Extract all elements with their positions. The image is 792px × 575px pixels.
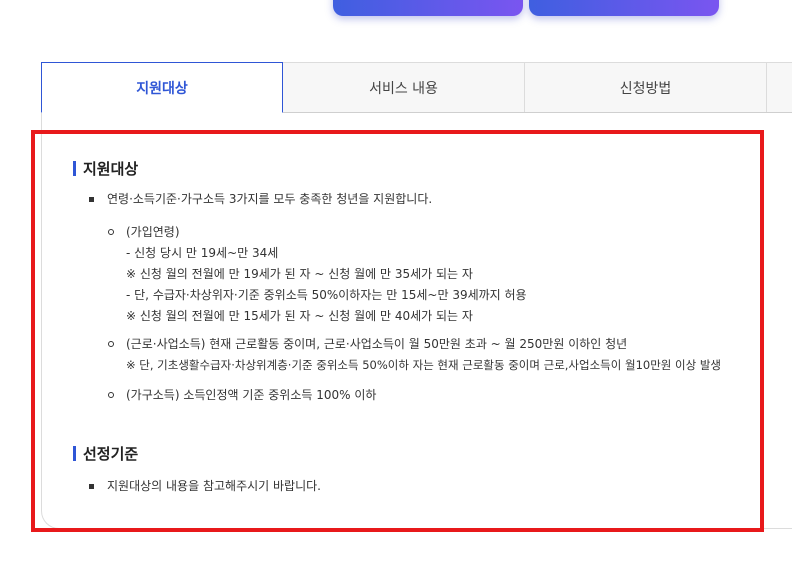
section-title-text: 선정기준 xyxy=(83,445,139,463)
main-bullet-text: 연령·소득기준·가구소득 3가지를 모두 충족한 청년을 지원합니다. xyxy=(107,192,433,206)
age-heading: (가입연령) xyxy=(126,225,180,239)
section-title-selection: 선정기준 xyxy=(73,443,138,464)
age-line-4: ※ 신청 월의 전월에 만 15세가 된 자 ~ 신청 월에 만 40세가 되는… xyxy=(126,309,473,323)
title-bar-marker xyxy=(73,446,76,461)
circle-bullet xyxy=(108,229,114,235)
tab-support-target[interactable]: 지원대상 xyxy=(41,62,283,113)
section-title-support-target: 지원대상 xyxy=(73,158,138,179)
circle-bullet xyxy=(108,341,114,347)
income-heading: (근로·사업소득) 현재 근로활동 중이며, 근로·사업소득이 월 50만원 초… xyxy=(126,337,628,351)
age-line-2: ※ 신청 월의 전월에 만 19세가 된 자 ~ 신청 월에 만 35세가 되는… xyxy=(126,267,473,281)
square-bullet xyxy=(89,484,94,489)
age-line-3: - 단, 수급자·차상위자·기준 중위소득 50%이하자는 만 15세~만 39… xyxy=(126,288,527,302)
age-line-1: - 신청 당시 만 19세~만 34세 xyxy=(126,246,279,260)
income-note: ※ 단, 기초생활수급자·차상위계층·기준 중위소득 50%이하 자는 현재 근… xyxy=(126,358,721,372)
section-title-text: 지원대상 xyxy=(83,160,139,178)
tab-application-method[interactable]: 신청방법 xyxy=(525,62,767,112)
square-bullet xyxy=(89,197,94,202)
household-heading: (가구소득) 소득인정액 기준 중위소득 100% 이하 xyxy=(126,388,377,402)
tab-bar: 지원대상 서비스 내용 신청방법 xyxy=(41,62,792,113)
top-action-button-2[interactable] xyxy=(529,0,719,16)
tab-service-content[interactable]: 서비스 내용 xyxy=(283,62,525,112)
circle-bullet xyxy=(108,392,114,398)
top-action-button-1[interactable] xyxy=(333,0,523,16)
title-bar-marker xyxy=(73,161,76,176)
selection-bullet-text: 지원대상의 내용을 참고해주시기 바랍니다. xyxy=(107,479,321,493)
tab-next-partial[interactable] xyxy=(767,62,792,112)
